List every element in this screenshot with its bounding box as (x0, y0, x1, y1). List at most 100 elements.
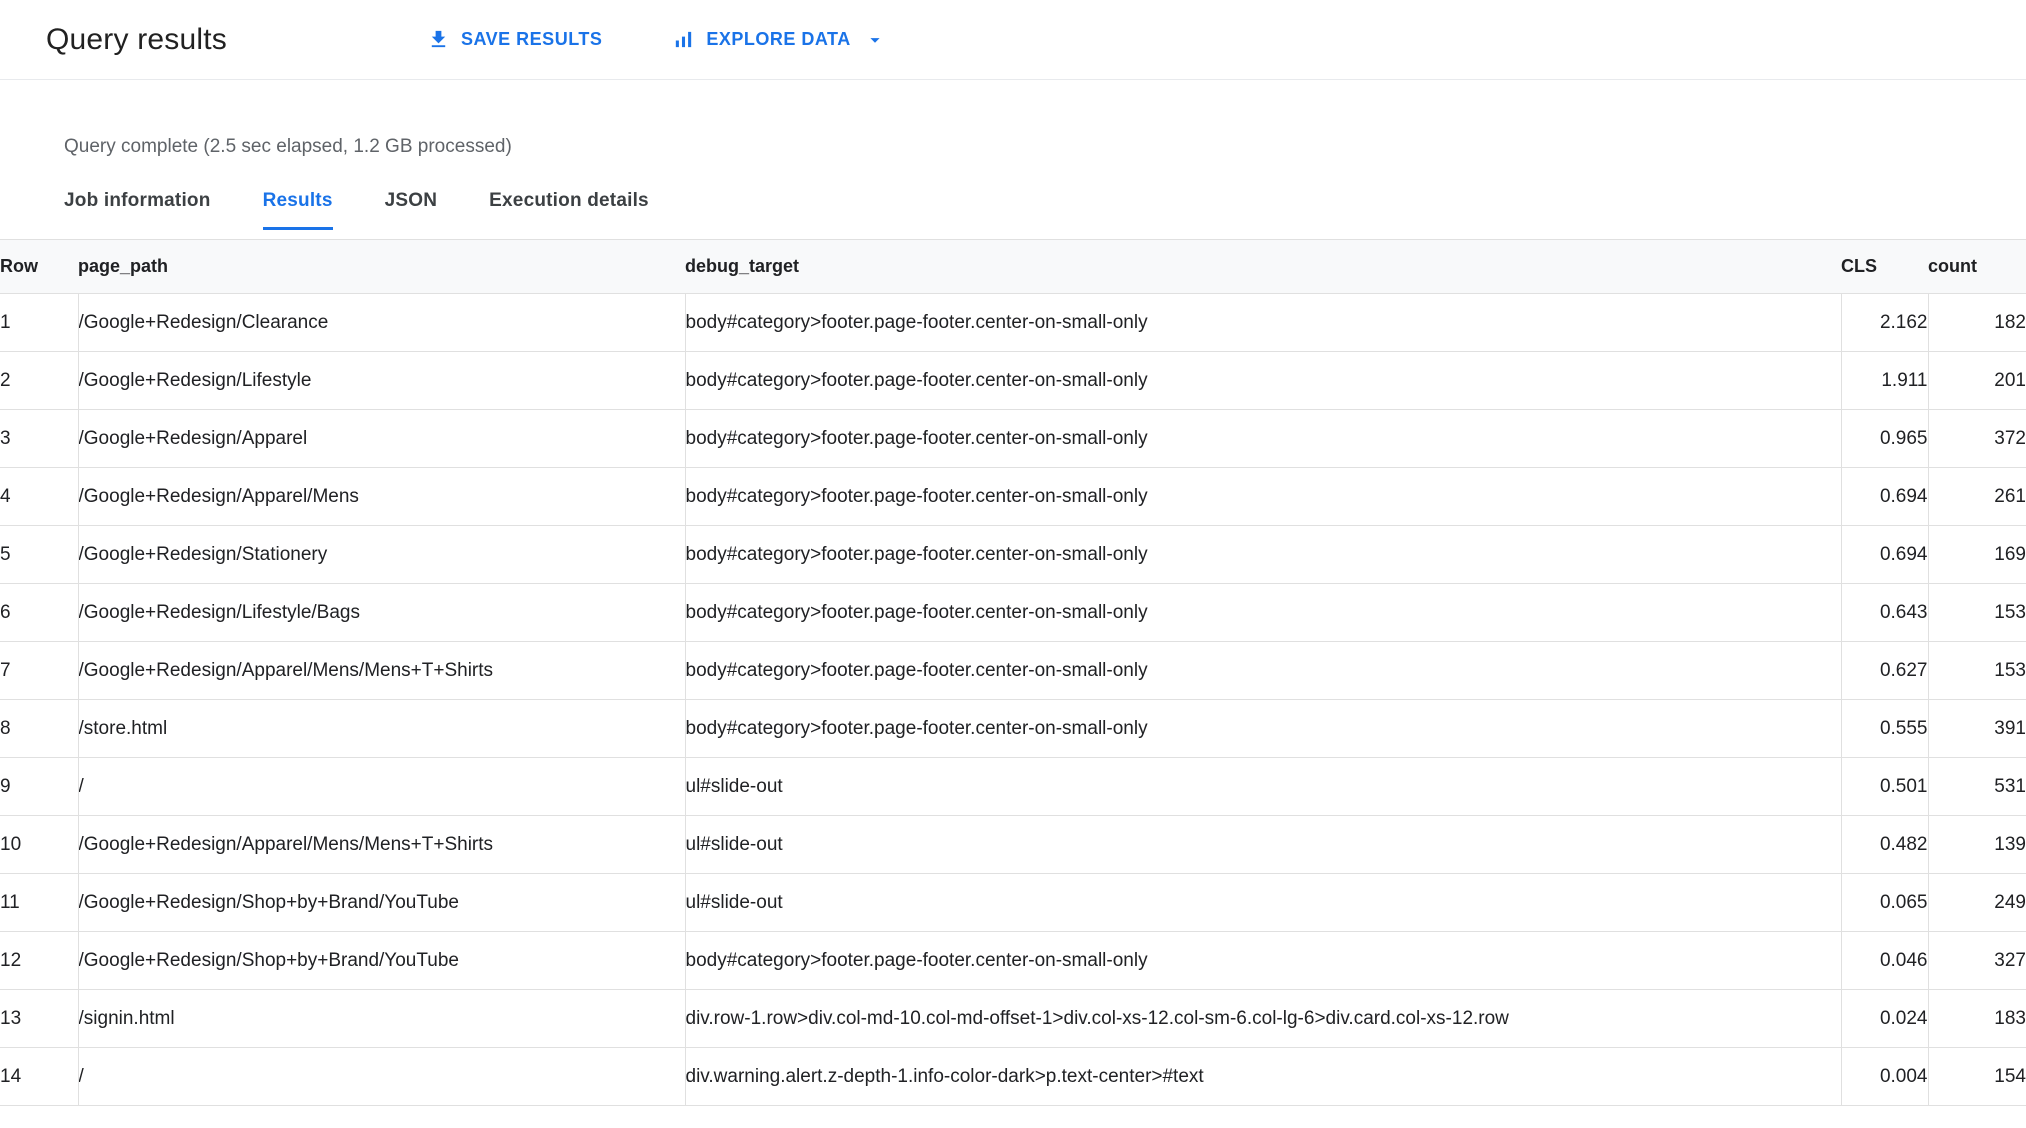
page-path-cell: /Google+Redesign/Lifestyle/Bags (78, 583, 686, 642)
debug-target-cell: body#category>footer.page-footer.center-… (685, 467, 1842, 526)
count-cell: 327 (1928, 931, 2026, 990)
count-cell: 183 (1928, 989, 2026, 1048)
cls-cell: 0.555 (1841, 699, 1929, 758)
row-number-cell: 13 (0, 989, 79, 1048)
count-cell: 154 (1928, 1047, 2026, 1106)
page-path-cell: /Google+Redesign/Shop+by+Brand/YouTube (78, 873, 686, 932)
row-number-cell: 14 (0, 1047, 79, 1106)
count-cell: 372 (1928, 409, 2026, 468)
debug-target-cell: body#category>footer.page-footer.center-… (685, 293, 1842, 352)
table-row: 4 /Google+Redesign/Apparel/Mens body#cat… (0, 467, 2026, 526)
count-cell: 249 (1928, 873, 2026, 932)
row-number-cell: 3 (0, 409, 79, 468)
count-cell: 153 (1928, 641, 2026, 700)
query-results-header: Query results SAVE RESULTS EXPLORE DATA (0, 0, 2026, 80)
page-path-cell: /Google+Redesign/Shop+by+Brand/YouTube (78, 931, 686, 990)
explore-data-button[interactable]: EXPLORE DATA (672, 28, 885, 51)
chart-icon (672, 28, 695, 51)
debug-target-cell: body#category>footer.page-footer.center-… (685, 641, 1842, 700)
table-row: 11 /Google+Redesign/Shop+by+Brand/YouTub… (0, 873, 2026, 932)
debug-target-cell: div.row-1.row>div.col-md-10.col-md-offse… (685, 989, 1842, 1048)
cls-cell: 1.911 (1841, 351, 1929, 410)
count-cell: 201 (1928, 351, 2026, 410)
count-cell: 391 (1928, 699, 2026, 758)
table-row: 8 /store.html body#category>footer.page-… (0, 699, 2026, 758)
explore-data-label: EXPLORE DATA (706, 29, 851, 49)
cls-cell: 0.482 (1841, 815, 1929, 874)
results-table-body: 1 /Google+Redesign/Clearance body#catego… (0, 293, 2026, 1106)
page-path-cell: / (78, 757, 686, 816)
save-results-label: SAVE RESULTS (461, 29, 603, 49)
dropdown-arrow-icon (864, 29, 886, 51)
table-row: 10 /Google+Redesign/Apparel/Mens/Mens+T+… (0, 815, 2026, 874)
row-number-cell: 5 (0, 525, 79, 584)
table-row: 5 /Google+Redesign/Stationery body#categ… (0, 525, 2026, 584)
debug-target-cell: ul#slide-out (685, 873, 1842, 932)
tab-job-information[interactable]: Job information (64, 190, 211, 230)
cls-cell: 0.004 (1841, 1047, 1929, 1106)
row-number-cell: 7 (0, 641, 79, 700)
col-header-count: count (1928, 239, 2026, 294)
col-header-row: Row (0, 239, 78, 294)
row-number-cell: 1 (0, 293, 79, 352)
table-row: 13 /signin.html div.row-1.row>div.col-md… (0, 989, 2026, 1048)
table-row: 6 /Google+Redesign/Lifestyle/Bags body#c… (0, 583, 2026, 642)
tab-execution-details[interactable]: Execution details (489, 190, 649, 230)
table-row: 12 /Google+Redesign/Shop+by+Brand/YouTub… (0, 931, 2026, 990)
debug-target-cell: body#category>footer.page-footer.center-… (685, 583, 1842, 642)
table-row: 7 /Google+Redesign/Apparel/Mens/Mens+T+S… (0, 641, 2026, 700)
row-number-cell: 4 (0, 467, 79, 526)
debug-target-cell: div.warning.alert.z-depth-1.info-color-d… (685, 1047, 1842, 1106)
table-row: 2 /Google+Redesign/Lifestyle body#catego… (0, 351, 2026, 410)
col-header-debug-target: debug_target (685, 239, 1841, 294)
tabs: Job information Results JSON Execution deta… (64, 190, 2026, 230)
cls-cell: 0.694 (1841, 467, 1929, 526)
download-icon (427, 28, 450, 51)
tab-results[interactable]: Results (262, 190, 333, 230)
debug-target-cell: ul#slide-out (685, 757, 1842, 816)
count-cell: 261 (1928, 467, 2026, 526)
count-cell: 531 (1928, 757, 2026, 816)
cls-cell: 0.643 (1841, 583, 1929, 642)
page-path-cell: / (78, 1047, 686, 1106)
debug-target-cell: ul#slide-out (685, 815, 1842, 874)
cls-cell: 0.627 (1841, 641, 1929, 700)
tab-json[interactable]: JSON (385, 190, 438, 230)
save-results-button[interactable]: SAVE RESULTS (427, 28, 602, 51)
page-title: Query results (46, 22, 227, 56)
page-path-cell: /Google+Redesign/Apparel/Mens/Mens+T+Shi… (78, 815, 686, 874)
page-path-cell: /Google+Redesign/Clearance (78, 293, 686, 352)
debug-target-cell: body#category>footer.page-footer.center-… (685, 351, 1842, 410)
row-number-cell: 6 (0, 583, 79, 642)
debug-target-cell: body#category>footer.page-footer.center-… (685, 525, 1842, 584)
query-status-text: Query complete (2.5 sec elapsed, 1.2 GB … (64, 136, 512, 157)
cls-cell: 0.046 (1841, 931, 1929, 990)
cls-cell: 0.065 (1841, 873, 1929, 932)
debug-target-cell: body#category>footer.page-footer.center-… (685, 409, 1842, 468)
col-header-cls: CLS (1841, 239, 1928, 294)
row-number-cell: 8 (0, 699, 79, 758)
cls-cell: 2.162 (1841, 293, 1929, 352)
row-number-cell: 2 (0, 351, 79, 410)
page-path-cell: /Google+Redesign/Apparel (78, 409, 686, 468)
row-number-cell: 9 (0, 757, 79, 816)
page-path-cell: /store.html (78, 699, 686, 758)
count-cell: 153 (1928, 583, 2026, 642)
table-row: 3 /Google+Redesign/Apparel body#category… (0, 409, 2026, 468)
cls-cell: 0.501 (1841, 757, 1929, 816)
table-row: 1 /Google+Redesign/Clearance body#catego… (0, 293, 2026, 352)
page-path-cell: /Google+Redesign/Lifestyle (78, 351, 686, 410)
page-path-cell: /signin.html (78, 989, 686, 1048)
count-cell: 169 (1928, 525, 2026, 584)
page-path-cell: /Google+Redesign/Apparel/Mens/Mens+T+Shi… (78, 641, 686, 700)
table-row: 14 / div.warning.alert.z-depth-1.info-co… (0, 1047, 2026, 1106)
cls-cell: 0.024 (1841, 989, 1929, 1048)
cls-cell: 0.965 (1841, 409, 1929, 468)
debug-target-cell: body#category>footer.page-footer.center-… (685, 931, 1842, 990)
header-actions: SAVE RESULTS EXPLORE DATA (427, 28, 886, 51)
count-cell: 139 (1928, 815, 2026, 874)
row-number-cell: 12 (0, 931, 79, 990)
table-row: 9 / ul#slide-out 0.501 531 (0, 757, 2026, 816)
debug-target-cell: body#category>footer.page-footer.center-… (685, 699, 1842, 758)
results-table-header: Row page_path debug_target CLS count (0, 239, 2026, 294)
